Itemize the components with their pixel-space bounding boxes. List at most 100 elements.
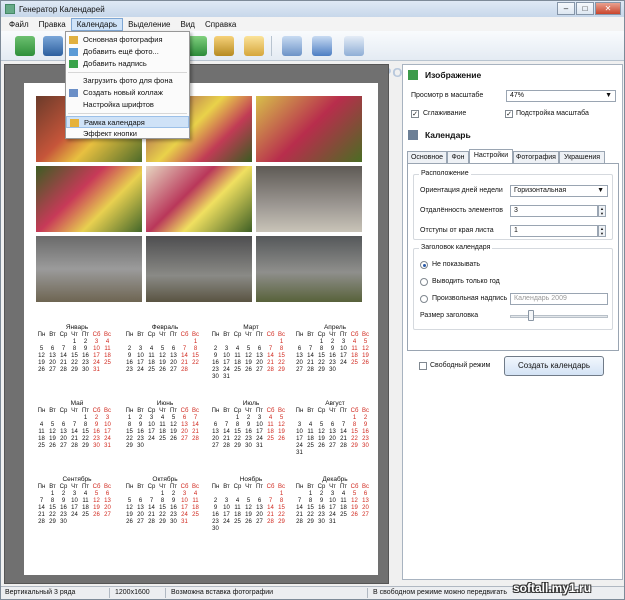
day-cell: 27	[329, 443, 336, 449]
menu-edit[interactable]: Правка	[34, 19, 71, 30]
day-cell: 22	[318, 360, 325, 366]
weekday-label: Чт	[329, 332, 336, 338]
weekday-label: Ср	[233, 332, 242, 338]
menu-item-new-collage[interactable]: Создать новый коллаж	[66, 87, 189, 99]
day-cell: 7	[297, 498, 302, 504]
radio-hide[interactable]	[420, 261, 428, 269]
orientation-label: Ориентация дней недели	[420, 187, 503, 194]
menu-item-main-photo[interactable]: Основная фотография	[66, 34, 189, 46]
radio-year[interactable]	[420, 278, 428, 286]
margin-stepper[interactable]: ▲ ▼	[598, 225, 606, 237]
day-cell	[102, 519, 113, 526]
day-cell: 29	[126, 443, 133, 449]
move-icon[interactable]	[312, 36, 332, 56]
day-cell: 2	[171, 491, 176, 497]
day-cell: 23	[93, 436, 100, 442]
open-icon[interactable]	[15, 36, 35, 56]
zoom-select[interactable]: 47% ▼	[506, 90, 616, 102]
menu-item-background-photo[interactable]: Загрузить фото для фона	[66, 75, 189, 87]
week-row: 2345678	[124, 346, 206, 353]
day-cell: 26	[351, 512, 358, 518]
month-name: Июнь	[156, 400, 174, 407]
preview-canvas[interactable]: Январь Пн Вт Ср Чт Пт Сб Вс 1 2 3 4 5 6 7 8 9 10 11 12 13 14 1…	[4, 64, 389, 584]
weekday-label: Пн	[295, 408, 304, 414]
menu-item-add-text[interactable]: Добавить надпись	[66, 58, 189, 70]
maximize-button[interactable]: □	[576, 2, 594, 15]
day-cell: 29	[71, 367, 78, 373]
menu-item-button-effect[interactable]: Эффект кнопки	[66, 128, 189, 140]
frame-icon[interactable]	[244, 36, 264, 56]
weekday-label: Пн	[295, 484, 304, 490]
menu-selection[interactable]: Выделение	[123, 19, 175, 30]
day-cell: 10	[137, 353, 144, 359]
menu-item-fonts[interactable]: Настройка шрифтов	[66, 99, 189, 111]
day-cell: 4	[235, 346, 240, 352]
day-cell: 5	[171, 415, 176, 421]
day-cell: 3	[149, 415, 154, 421]
week-row: 8 9 10 11 12 13 14	[124, 422, 206, 429]
custom-header-input[interactable]: Календарь 2009	[510, 293, 608, 305]
day-cell: 4	[149, 346, 154, 352]
day-cell: 19	[159, 360, 166, 366]
photo-smoke-2[interactable]	[36, 236, 142, 302]
day-cell: 25	[340, 512, 347, 518]
free-mode-checkbox[interactable]	[419, 362, 427, 370]
text-icon[interactable]	[187, 36, 207, 56]
photo-smoke-3[interactable]	[146, 236, 252, 302]
save-icon[interactable]	[43, 36, 63, 56]
day-cell: 12	[318, 429, 325, 435]
week-row: 19 20 21 22 23 24 25	[36, 360, 118, 367]
close-button[interactable]: ✕	[595, 2, 621, 15]
photo-flowers-3[interactable]	[256, 96, 362, 162]
photo-flowers-5[interactable]	[146, 166, 252, 232]
photo-smoke-4[interactable]	[256, 236, 362, 302]
edit-icon[interactable]	[214, 36, 234, 56]
image-section-header[interactable]: Изображение	[403, 67, 622, 83]
fit-checkbox[interactable]: ✓	[505, 110, 513, 118]
photo-smoke-1[interactable]	[256, 166, 362, 232]
weekday-label: Сб	[266, 484, 275, 490]
margin-input[interactable]: 1	[510, 225, 598, 237]
day-cell: 1	[279, 491, 284, 497]
tab-decorations[interactable]: Украшения	[559, 151, 605, 163]
day-cell: 13	[256, 505, 263, 511]
radio-custom[interactable]	[420, 295, 428, 303]
smoothing-checkbox[interactable]: ✓	[411, 110, 419, 118]
status-separator	[165, 588, 166, 598]
menu-help[interactable]: Справка	[200, 19, 241, 30]
calendar-section-header[interactable]: Календарь	[403, 127, 622, 143]
tab-main[interactable]: Основное	[407, 151, 447, 163]
tab-photo[interactable]: Фотография	[513, 151, 559, 163]
spacing-input[interactable]: 3	[510, 205, 598, 217]
menu-item-calendar-frame[interactable]: Рамка календаря	[66, 116, 189, 128]
header-size-slider-handle[interactable]	[528, 310, 534, 321]
weekday-label: Чт	[159, 408, 166, 414]
create-calendar-button[interactable]: Создать календарь	[504, 356, 604, 376]
tab-background[interactable]: Фон	[447, 151, 469, 163]
week-row: 9 10 11 12 13 14 15	[210, 353, 292, 360]
tab-settings[interactable]: Настройки	[469, 149, 513, 163]
weekday-label: Ср	[317, 408, 326, 414]
minimize-button[interactable]: –	[557, 2, 575, 15]
day-cell: 23	[126, 367, 133, 373]
day-cell: 8	[235, 422, 240, 428]
zoom-icon[interactable]	[344, 36, 364, 56]
orientation-select[interactable]: Горизонтальная ▼	[510, 185, 608, 197]
weekday-label: Чт	[71, 484, 78, 490]
menu-item-add-photo[interactable]: Добавить ещё фото...	[66, 46, 189, 58]
menu-calendar[interactable]: Календарь	[70, 17, 124, 31]
menu-file[interactable]: Файл	[4, 19, 34, 30]
photo-flowers-4[interactable]	[36, 166, 142, 232]
header-size-slider[interactable]	[510, 315, 608, 318]
day-cell: 18	[234, 512, 241, 518]
grid-icon[interactable]	[282, 36, 302, 56]
day-cell: 23	[212, 519, 219, 525]
week-row: 13 14 15 16 17 18 19	[210, 429, 292, 436]
day-cell: 22	[49, 512, 56, 518]
day-cell: 27	[256, 519, 263, 525]
weekday-label: Вс	[191, 332, 199, 338]
day-cell: 21	[181, 360, 188, 366]
spacing-stepper[interactable]: ▲ ▼	[598, 205, 606, 217]
menu-view[interactable]: Вид	[175, 19, 199, 30]
day-cell: 3	[224, 346, 229, 352]
